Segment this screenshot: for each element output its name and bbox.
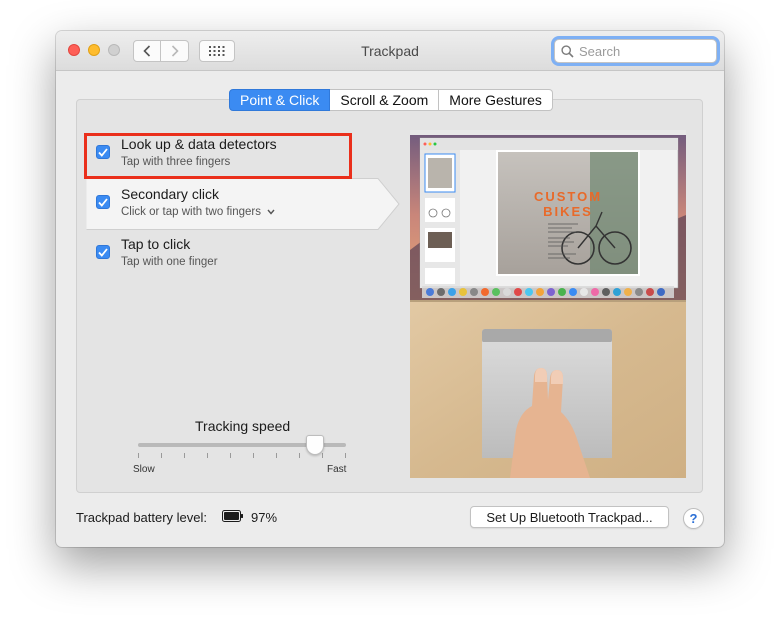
look-up-subtitle: Tap with three fingers xyxy=(121,156,231,168)
slider-tick xyxy=(230,453,231,458)
search-field[interactable] xyxy=(554,39,717,63)
search-icon xyxy=(561,44,574,58)
look-up-checkbox[interactable] xyxy=(96,145,110,159)
slider-tick xyxy=(299,453,300,458)
checkmark-icon xyxy=(98,247,108,257)
battery-level-value: 97% xyxy=(251,510,278,525)
slider-tick xyxy=(207,453,208,458)
secondary-click-subtitle-text: Click or tap with two fingers xyxy=(121,206,261,218)
slow-label: Slow xyxy=(133,464,155,475)
slider-tick xyxy=(184,453,185,458)
slider-tick xyxy=(345,453,346,458)
battery-icon xyxy=(222,510,243,522)
slider-tick xyxy=(276,453,277,458)
tap-to-click-checkbox[interactable] xyxy=(96,245,110,259)
secondary-click-title: Secondary click xyxy=(121,186,220,202)
tracking-speed-slider[interactable] xyxy=(138,435,346,460)
tap-to-click-subtitle: Tap with one finger xyxy=(121,256,218,268)
poster-title-line1: CUSTOM xyxy=(534,189,602,204)
checkmark-icon xyxy=(98,197,108,207)
option-look-up[interactable]: Look up & data detectors Tap with three … xyxy=(86,134,350,180)
tap-to-click-title: Tap to click xyxy=(121,236,191,252)
slider-tick xyxy=(161,453,162,458)
chevron-down-icon[interactable] xyxy=(267,209,275,215)
search-input[interactable] xyxy=(579,43,709,59)
slider-tick xyxy=(138,453,139,458)
slider-tick xyxy=(322,453,323,458)
poster-title-line2: BIKES xyxy=(543,204,593,219)
preview-illustration: CUSTOM BIKES xyxy=(410,130,686,478)
option-tap-to-click[interactable]: Tap to click Tap with one finger xyxy=(86,234,350,280)
help-button[interactable]: ? xyxy=(683,508,704,529)
tab-scroll-and-zoom[interactable]: Scroll & Zoom xyxy=(330,89,440,111)
slider-knob[interactable] xyxy=(306,435,324,455)
gesture-preview: CUSTOM BIKES xyxy=(410,130,686,478)
slider-tick xyxy=(253,453,254,458)
tab-more-gestures[interactable]: More Gestures xyxy=(439,89,553,111)
fast-label: Fast xyxy=(327,464,347,475)
battery-level-label: Trackpad battery level: xyxy=(76,510,208,525)
tab-bar: Point & Click Scroll & Zoom More Gesture… xyxy=(229,89,553,111)
title-bar: Trackpad xyxy=(56,31,724,71)
checkmark-icon xyxy=(98,147,108,157)
secondary-click-subtitle[interactable]: Click or tap with two fingers xyxy=(121,206,275,218)
tab-point-and-click[interactable]: Point & Click xyxy=(229,89,331,111)
option-secondary-click[interactable]: Secondary click Click or tap with two fi… xyxy=(86,184,350,230)
setup-bluetooth-trackpad-button[interactable]: Set Up Bluetooth Trackpad... xyxy=(470,506,669,528)
secondary-click-checkbox[interactable] xyxy=(96,195,110,209)
look-up-title: Look up & data detectors xyxy=(121,136,277,152)
tracking-speed-label: Tracking speed xyxy=(195,418,291,434)
